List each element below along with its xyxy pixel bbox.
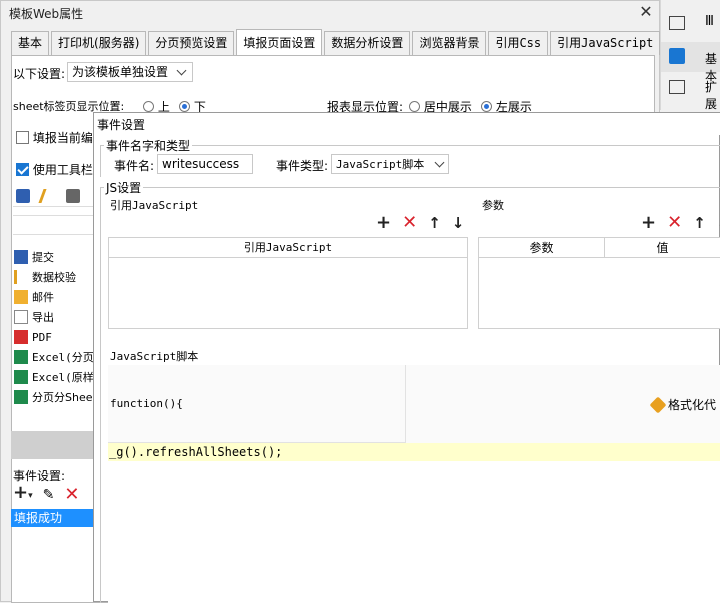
list-item-label: 提交: [32, 251, 54, 264]
ref-js-table: 引用JavaScript: [108, 237, 468, 329]
edit-icon[interactable]: [38, 188, 58, 203]
params-header-row: 参数 值: [479, 238, 720, 258]
excel-icon: [14, 390, 28, 404]
brush-icon: [649, 396, 667, 413]
fill-current-checkbox[interactable]: 填报当前编: [16, 129, 93, 146]
export-icon: [14, 310, 28, 324]
event-type-select[interactable]: JavaScript脚本: [331, 154, 449, 174]
move-down-icon[interactable]: ↓: [452, 215, 465, 231]
params-toolbar: + ✕ ↑ ↓: [641, 214, 720, 232]
tab-browser-bg[interactable]: 浏览器背景: [412, 31, 487, 55]
event-name-input[interactable]: writesuccess: [157, 154, 253, 174]
submit-icon: [14, 250, 28, 264]
close-icon[interactable]: ✕: [637, 3, 655, 21]
pdf-icon: [14, 330, 28, 344]
tab-ref-js[interactable]: 引用JavaScript: [550, 31, 661, 55]
tab-page-preview[interactable]: 分页预览设置: [148, 31, 235, 55]
pencil-icon: [14, 270, 28, 284]
list-item-label: Excel(分页: [32, 351, 93, 364]
dialog-title-bar: 事件设置: [94, 113, 720, 135]
delete-icon[interactable]: ✕: [402, 214, 417, 232]
tab-fill-page[interactable]: 填报页面设置: [236, 29, 323, 55]
event-item-selected[interactable]: 填报成功: [11, 509, 93, 527]
use-toolbar-checkbox[interactable]: 使用工具栏: [16, 161, 93, 178]
params-label: 参数: [482, 199, 504, 212]
list-item-label: 数据校验: [32, 271, 76, 284]
params-table: 参数 值: [478, 237, 720, 329]
event-settings-dialog: 事件设置 事件名字和类型 事件名: writesuccess 事件类型: Jav…: [93, 112, 720, 603]
chevron-down-icon: [176, 65, 187, 76]
event-type-select-value: JavaScript脚本: [336, 158, 425, 171]
code-line[interactable]: _g().refreshAllSheets();: [108, 443, 720, 461]
event-name-label: 事件名:: [114, 159, 155, 173]
dialog-title: 事件设置: [97, 118, 146, 132]
list-item[interactable]: PDF: [11, 327, 93, 347]
toolbar-slot: [13, 215, 93, 235]
mail-icon: [14, 290, 28, 304]
function-signature: function(){: [110, 397, 183, 410]
list-item[interactable]: Excel(原样: [11, 367, 93, 387]
list-item-label: 分页分Shee: [32, 391, 93, 404]
list-item-label: 邮件: [32, 291, 54, 304]
tab-data-analysis[interactable]: 数据分析设置: [324, 31, 411, 55]
add-icon[interactable]: +▾: [13, 484, 33, 504]
event-type-label: 事件类型:: [276, 159, 329, 173]
delete-icon[interactable]: ✕: [667, 214, 682, 232]
tab-ref-css[interactable]: 引用Css: [488, 31, 549, 55]
format-button-label: 格式化代: [668, 398, 717, 412]
sidebar-label-extend: 扩展: [705, 80, 718, 111]
sidebar-cut-label: Ⅲ: [705, 14, 714, 29]
edit-icon[interactable]: ✎: [43, 487, 55, 503]
ref-js-column-header: 引用JavaScript: [109, 238, 467, 258]
list-item-label: 导出: [32, 311, 54, 324]
save-icon[interactable]: [16, 188, 30, 203]
list-item[interactable]: 数据校验: [11, 267, 93, 287]
list-item[interactable]: 分页分Shee: [11, 387, 93, 407]
setting-select[interactable]: 为该模板单独设置: [67, 62, 193, 82]
gray-bar: [11, 431, 93, 459]
list-item-label: Excel(原样: [32, 371, 93, 384]
ref-js-label: 引用JavaScript: [110, 199, 199, 212]
setting-select-value: 为该模板单独设置: [72, 65, 169, 79]
properties-icon: [669, 48, 685, 64]
setting-label: 以下设置:: [13, 67, 66, 81]
list-item[interactable]: 邮件: [11, 287, 93, 307]
list-item-label: PDF: [32, 330, 52, 344]
window-title: 模板Web属性: [9, 7, 84, 21]
event-toolbar: +▾ ✎ ✕: [13, 484, 79, 504]
code-editor[interactable]: [108, 443, 720, 603]
add-icon[interactable]: +: [376, 214, 391, 232]
fill-current-label: 填报当前编: [32, 131, 93, 145]
tab-bar: 基本 打印机(服务器) 分页预览设置 填报页面设置 数据分析设置 浏览器背景 引…: [11, 29, 662, 55]
group-title-js: JS设置: [104, 179, 144, 196]
toolbar-button-list: 提交 数据校验 邮件 导出 PDF Excel(分页 Excel(原样 分页分S…: [11, 247, 93, 407]
move-up-icon[interactable]: ↑: [693, 215, 706, 231]
square-icon[interactable]: [669, 80, 685, 94]
list-item[interactable]: 导出: [11, 307, 93, 327]
chevron-down-icon: [434, 157, 445, 168]
param-col-name: 参数: [479, 238, 605, 257]
list-item[interactable]: 提交: [11, 247, 93, 267]
right-sidebar: Ⅲ 基本 扩展: [660, 0, 720, 111]
tab-printer[interactable]: 打印机(服务器): [51, 31, 147, 55]
move-up-icon[interactable]: ↑: [428, 215, 441, 231]
mini-toolbar: [13, 185, 93, 207]
code-line-text: _g().refreshAllSheets();: [109, 445, 283, 459]
ref-js-toolbar: + ✕ ↑ ↓: [376, 214, 465, 232]
use-toolbar-label: 使用工具栏: [32, 163, 93, 177]
tab-basic[interactable]: 基本: [11, 31, 50, 55]
add-icon[interactable]: +: [641, 214, 656, 232]
format-button[interactable]: 格式化代: [649, 396, 717, 413]
js-script-label: JavaScript脚本: [110, 350, 199, 363]
delete-icon[interactable]: ✕: [64, 485, 79, 503]
print-icon[interactable]: [66, 188, 80, 203]
grid-icon[interactable]: [669, 16, 685, 30]
excel-icon: [14, 350, 28, 364]
param-col-value: 值: [656, 241, 669, 255]
excel-icon: [14, 370, 28, 384]
group-title-name-type: 事件名字和类型: [104, 137, 193, 154]
list-item[interactable]: Excel(分页: [11, 347, 93, 367]
